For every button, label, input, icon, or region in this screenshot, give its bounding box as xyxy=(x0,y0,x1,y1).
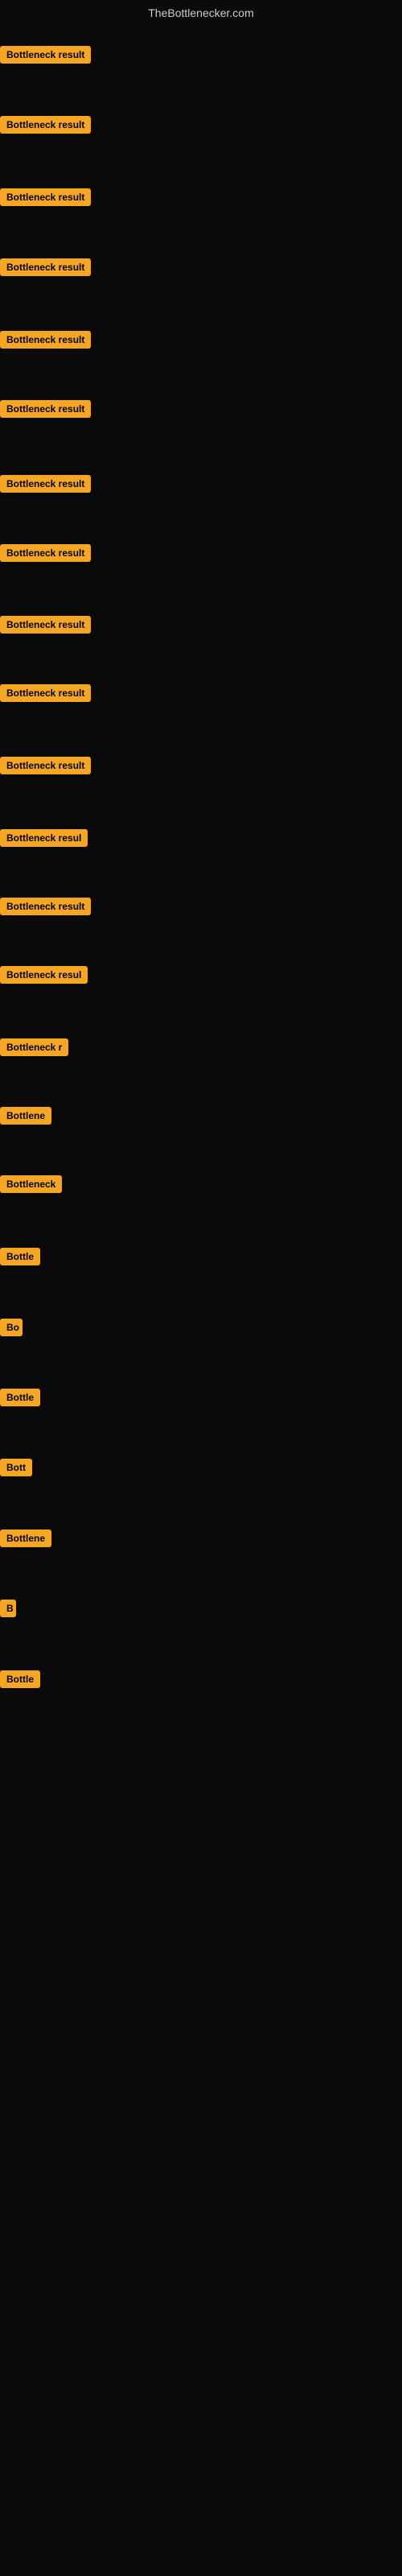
bottleneck-badge-21[interactable]: Bott xyxy=(0,1459,32,1476)
result-item: Bott xyxy=(0,1459,32,1480)
result-item: Bottleneck result xyxy=(0,475,91,497)
result-item: Bottleneck result xyxy=(0,544,91,566)
bottleneck-badge-14[interactable]: Bottleneck resul xyxy=(0,966,88,984)
result-item: Bottle xyxy=(0,1248,40,1269)
result-item: Bottleneck result xyxy=(0,400,91,422)
result-item: Bottleneck resul xyxy=(0,966,88,988)
bottleneck-badge-24[interactable]: Bottle xyxy=(0,1670,40,1688)
bottleneck-badge-9[interactable]: Bottleneck result xyxy=(0,616,91,634)
bottleneck-badge-3[interactable]: Bottleneck result xyxy=(0,188,91,206)
bottleneck-badge-18[interactable]: Bottle xyxy=(0,1248,40,1265)
bottleneck-badge-4[interactable]: Bottleneck result xyxy=(0,258,91,276)
bottleneck-badge-19[interactable]: Bo xyxy=(0,1319,23,1336)
bottleneck-badge-6[interactable]: Bottleneck result xyxy=(0,400,91,418)
result-item: Bottleneck result xyxy=(0,684,91,706)
bottleneck-badge-1[interactable]: Bottleneck result xyxy=(0,46,91,64)
result-item: Bottleneck result xyxy=(0,258,91,280)
result-item: Bottleneck result xyxy=(0,331,91,353)
result-item: B xyxy=(0,1600,16,1621)
result-item: Bottleneck xyxy=(0,1175,62,1197)
bottleneck-badge-11[interactable]: Bottleneck result xyxy=(0,757,91,774)
bottleneck-badge-5[interactable]: Bottleneck result xyxy=(0,331,91,349)
result-item: Bottlene xyxy=(0,1530,51,1551)
bottleneck-badge-17[interactable]: Bottleneck xyxy=(0,1175,62,1193)
result-item: Bottleneck result xyxy=(0,116,91,138)
result-item: Bottleneck result xyxy=(0,898,91,919)
result-item: Bottleneck r xyxy=(0,1038,68,1060)
bottleneck-badge-20[interactable]: Bottle xyxy=(0,1389,40,1406)
result-item: Bottlene xyxy=(0,1107,51,1129)
bottleneck-badge-23[interactable]: B xyxy=(0,1600,16,1617)
bottleneck-badge-2[interactable]: Bottleneck result xyxy=(0,116,91,134)
result-item: Bottleneck result xyxy=(0,757,91,778)
bottleneck-badge-7[interactable]: Bottleneck result xyxy=(0,475,91,493)
site-title: TheBottlenecker.com xyxy=(0,0,402,26)
bottleneck-badge-22[interactable]: Bottlene xyxy=(0,1530,51,1547)
result-item: Bottle xyxy=(0,1670,40,1692)
result-item: Bottle xyxy=(0,1389,40,1410)
bottleneck-badge-16[interactable]: Bottlene xyxy=(0,1107,51,1125)
result-item: Bo xyxy=(0,1319,23,1340)
result-item: Bottleneck result xyxy=(0,46,91,68)
bottleneck-badge-8[interactable]: Bottleneck result xyxy=(0,544,91,562)
result-item: Bottleneck result xyxy=(0,616,91,638)
bottleneck-badge-12[interactable]: Bottleneck resul xyxy=(0,829,88,847)
result-item: Bottleneck resul xyxy=(0,829,88,851)
result-item: Bottleneck result xyxy=(0,188,91,210)
bottleneck-badge-15[interactable]: Bottleneck r xyxy=(0,1038,68,1056)
bottleneck-badge-13[interactable]: Bottleneck result xyxy=(0,898,91,915)
bottleneck-badge-10[interactable]: Bottleneck result xyxy=(0,684,91,702)
